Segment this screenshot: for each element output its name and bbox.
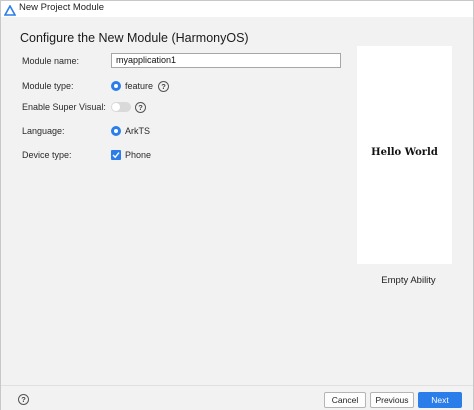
module-type-label: Module type: <box>22 81 74 91</box>
phone-option-label: Phone <box>125 150 152 160</box>
module-name-row: Module name: myapplication1 <box>22 53 352 70</box>
title-bar: New Project Module <box>1 1 473 17</box>
phone-checkbox[interactable] <box>111 150 121 160</box>
help-icon[interactable]: ? <box>18 394 29 405</box>
module-type-row: Module type: feature ? <box>22 79 352 95</box>
previous-button[interactable]: Previous <box>370 392 414 408</box>
language-label: Language: <box>22 126 65 136</box>
super-visual-help-icon[interactable]: ? <box>135 102 146 113</box>
window-title: New Project Module <box>19 2 105 13</box>
device-type-label: Device type: <box>22 150 72 160</box>
super-visual-label: Enable Super Visual: <box>22 102 106 112</box>
checkmark-icon <box>112 152 120 159</box>
super-visual-toggle[interactable] <box>111 102 131 112</box>
arkts-option-label: ArkTS <box>125 126 151 136</box>
page-heading: Configure the New Module (HarmonyOS) <box>20 31 249 45</box>
module-type-help-icon[interactable]: ? <box>158 81 169 92</box>
module-name-label: Module name: <box>22 56 80 66</box>
harmonyos-triangle-icon <box>3 3 17 16</box>
preview-hello-world: Hello World <box>371 147 438 158</box>
cancel-button[interactable]: Cancel <box>324 392 366 408</box>
device-type-row: Device type: Phone <box>22 148 352 164</box>
arkts-radio[interactable] <box>111 126 121 136</box>
template-preview: Hello World <box>357 46 452 264</box>
next-button[interactable]: Next <box>418 392 462 408</box>
template-name: Empty Ability <box>381 275 436 286</box>
module-name-input[interactable]: myapplication1 <box>111 53 341 68</box>
feature-radio[interactable] <box>111 81 121 91</box>
language-row: Language: ArkTS <box>22 124 352 140</box>
feature-option-label: feature <box>125 81 154 91</box>
new-project-module-dialog: New Project Module Configure the New Mod… <box>0 0 474 410</box>
super-visual-row: Enable Super Visual: ? <box>22 100 352 116</box>
